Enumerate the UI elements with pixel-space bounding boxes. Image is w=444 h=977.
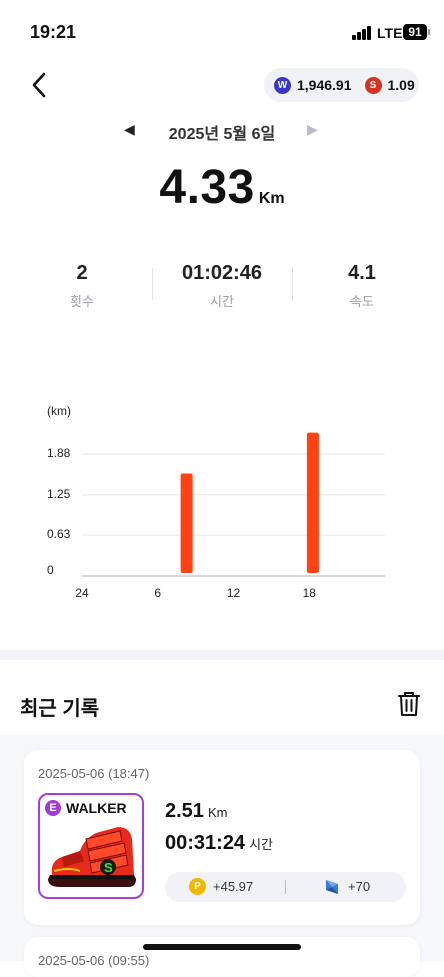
home-indicator (143, 944, 301, 950)
stat-count-label: 횟수 (70, 294, 94, 309)
stat-speed-value: 4.1 (348, 262, 376, 284)
record-time: 00:31:24 시간 (165, 832, 273, 855)
y-tick-label: 0.63 (47, 527, 71, 541)
record-distance-value: 2.51 (165, 800, 204, 822)
record-card[interactable]: 2025-05-06 (09:55) (24, 937, 420, 977)
shoe-type: WALKER (66, 800, 127, 816)
balance-pill[interactable]: W 1,946.91 S 1.09 (264, 68, 419, 102)
stat-speed: 4.1 속도 (292, 262, 432, 309)
signal-icon (352, 26, 374, 40)
svg-text:S: S (104, 860, 113, 875)
battery-tip (428, 29, 430, 35)
gem-icon (326, 880, 338, 894)
stats-row: 2 횟수 01:02:46 시간 4.1 속도 (12, 262, 432, 309)
date-label: 2025년 5월 6일 (168, 126, 276, 143)
sneaker-card[interactable]: E WALKER S (38, 793, 144, 899)
chevron-left-icon (32, 72, 46, 98)
next-day-button[interactable]: ▶ (307, 121, 318, 138)
distance-value: 4.33 (159, 161, 255, 214)
s-token-balance: 1.09 (387, 77, 415, 93)
distance-chart: (km) 1.88 1.25 0.63 0 24 6 12 18 (47, 404, 385, 600)
distance-unit: Km (258, 190, 285, 207)
stat-count: 2 횟수 (12, 262, 152, 309)
sneaker-image: S (48, 827, 136, 887)
trash-icon (398, 692, 420, 716)
y-tick-label: 1.88 (47, 446, 71, 460)
delete-button[interactable] (396, 690, 422, 718)
back-button[interactable] (24, 70, 54, 100)
record-distance-unit: Km (207, 805, 228, 820)
record-date: 2025-05-06 (18:47) (38, 766, 150, 781)
chart-bar (306, 432, 319, 573)
reward-points: +45.97 (213, 879, 254, 894)
w-token-icon: W (274, 76, 291, 94)
record-card[interactable]: 2025-05-06 (18:47) E WALKER S 2.51 Km 00:… (24, 750, 420, 925)
stat-time-label: 시간 (210, 294, 234, 309)
date-navigator: 2025년 5월 6일 ◀ ▶ (0, 120, 444, 143)
network-label: LTE (377, 25, 403, 41)
stat-time-value: 01:02:46 (181, 262, 263, 284)
grade-badge: E (45, 800, 61, 816)
point-coin-icon: P (189, 878, 206, 895)
stat-time: 01:02:46 시간 (152, 262, 292, 309)
record-time-value: 00:31:24 (165, 832, 246, 854)
recent-records-title: 최근 기록 (20, 698, 100, 720)
y-tick-label: 0 (47, 563, 54, 577)
s-token-icon: S (364, 76, 382, 94)
chart-bar (180, 473, 193, 573)
stat-count-value: 2 (76, 262, 88, 284)
status-bar: 19:21 LTE 91 (0, 0, 444, 60)
previous-day-button[interactable]: ◀ (124, 121, 135, 138)
section-divider (0, 650, 444, 660)
reward-pill: P +45.97 +70 (165, 872, 406, 902)
x-tick-label: 12 (227, 586, 241, 600)
record-time-unit: 시간 (249, 837, 273, 852)
battery-icon: 91 (403, 24, 427, 40)
x-tick-label: 18 (303, 586, 317, 600)
reward-divider (285, 880, 286, 894)
y-tick-label: 1.25 (47, 487, 71, 501)
stat-speed-label: 속도 (350, 294, 374, 309)
reward-gems: +70 (348, 879, 371, 894)
status-time: 19:21 (30, 22, 77, 42)
y-axis-label: (km) (47, 404, 71, 418)
x-tick-label: 6 (154, 586, 161, 600)
total-distance: 4.33 Km (0, 160, 444, 215)
w-token-balance: 1,946.91 (297, 77, 352, 93)
record-distance: 2.51 Km (165, 800, 227, 823)
x-tick-label: 24 (75, 586, 89, 600)
